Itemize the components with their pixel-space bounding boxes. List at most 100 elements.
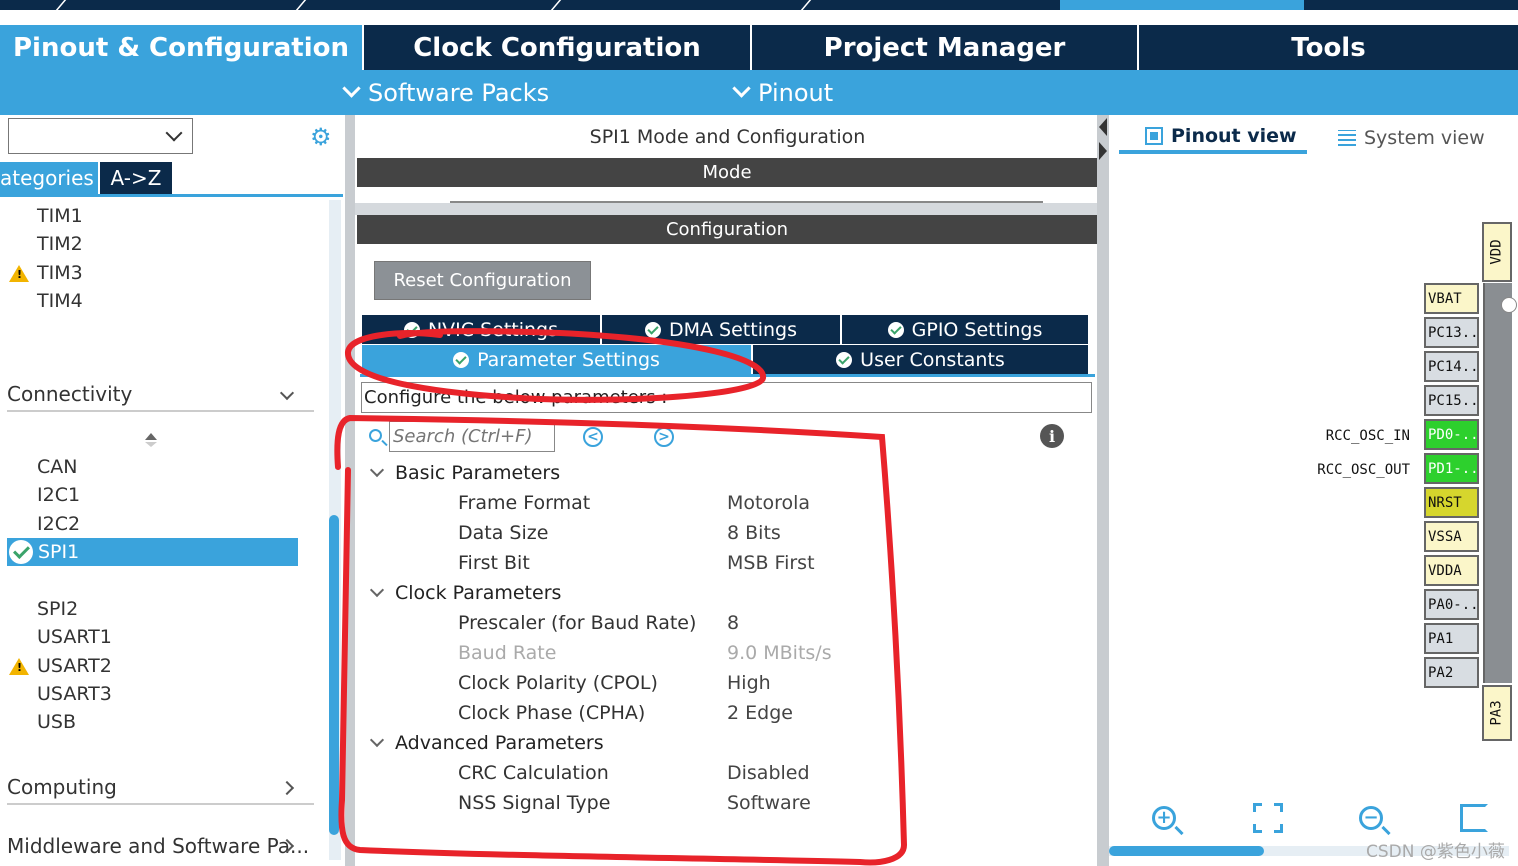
list-item-tim1[interactable]: TIM1 <box>37 202 83 230</box>
tab-label: DMA Settings <box>669 318 797 341</box>
pin-pa2[interactable]: PA2 <box>1424 657 1479 688</box>
signal-label: RCC_OSC_IN <box>1325 427 1410 444</box>
search-input[interactable] <box>389 421 555 452</box>
category-select[interactable] <box>8 118 193 154</box>
info-icon[interactable]: i <box>1040 424 1064 448</box>
list-item-tim2[interactable]: TIM2 <box>37 230 83 258</box>
pin-vdda[interactable]: VDDA <box>1424 555 1479 586</box>
tab-dma-settings[interactable]: DMA Settings <box>602 315 842 344</box>
right-panel: Pinout view System view VDD PA3 VBAT PC1… <box>1109 115 1518 866</box>
tab-a-z[interactable]: A->Z <box>100 162 172 194</box>
param-value[interactable]: High <box>727 669 771 697</box>
export-icon[interactable] <box>1457 801 1491 835</box>
param-value[interactable]: MSB First <box>727 549 815 577</box>
list-item-spi2[interactable]: SPI2 <box>37 595 78 623</box>
tab-parameter-settings[interactable]: Parameter Settings <box>362 345 753 374</box>
tab-system-view[interactable]: System view <box>1338 121 1485 154</box>
pinout-label: Pinout <box>758 78 834 107</box>
pin-pc13[interactable]: PC13.. <box>1424 317 1479 348</box>
pin-nrst[interactable]: NRST <box>1424 487 1479 518</box>
list-item-usb[interactable]: USB <box>37 708 76 736</box>
list-item-tim4[interactable]: TIM4 <box>37 287 83 315</box>
next-icon[interactable]: > <box>654 427 674 447</box>
pin-pc14[interactable]: PC14.. <box>1424 351 1479 382</box>
check-circle-icon <box>887 321 904 338</box>
horizontal-scrollbar[interactable] <box>1109 846 1264 856</box>
sort-up-icon[interactable] <box>145 433 157 440</box>
chevron-down-icon[interactable] <box>369 462 385 478</box>
list-item-usart2[interactable]: USART2 <box>37 652 112 680</box>
section-connectivity[interactable]: Connectivity <box>7 378 314 412</box>
tab-pinout-configuration[interactable]: Pinout & Configuration <box>0 25 362 70</box>
group-clock-parameters[interactable]: Clock Parameters <box>395 579 561 607</box>
collapse-left-icon[interactable] <box>1099 118 1107 136</box>
panel-title: SPI1 Mode and Configuration <box>589 125 866 148</box>
tab-underline <box>360 374 1095 377</box>
reset-configuration-button[interactable]: Reset Configuration <box>374 261 591 300</box>
check-circle-icon <box>836 351 853 368</box>
tab-categories[interactable]: ategories <box>0 162 98 194</box>
tab-nvic-settings[interactable]: NVIC Settings <box>362 315 602 344</box>
pin-pa3[interactable]: PA3 <box>1482 685 1512 741</box>
section-middleware[interactable]: Middleware and Software Pa... <box>7 829 314 863</box>
configuration-header[interactable]: Configuration <box>357 215 1097 244</box>
tab-project-manager[interactable]: Project Manager <box>750 25 1137 70</box>
list-item-i2c1[interactable]: I2C1 <box>37 481 80 509</box>
previous-icon[interactable]: < <box>583 427 603 447</box>
param-value[interactable]: Motorola <box>727 489 810 517</box>
pin-vssa[interactable]: VSSA <box>1424 521 1479 552</box>
param-value[interactable]: Software <box>727 789 811 817</box>
mode-header[interactable]: Mode <box>357 158 1097 187</box>
tab-pinout-view[interactable]: Pinout view <box>1119 121 1307 154</box>
tab-label: Parameter Settings <box>477 348 660 371</box>
param-value[interactable]: 8 Bits <box>727 519 781 547</box>
sort-down-icon[interactable] <box>145 442 157 447</box>
panel-splitter[interactable] <box>345 115 355 866</box>
pin-vbat[interactable]: VBAT <box>1424 283 1479 314</box>
zoom-out-icon[interactable]: − <box>1354 801 1388 835</box>
pin-pa0[interactable]: PA0-.. <box>1424 589 1479 620</box>
expand-right-icon[interactable] <box>1099 142 1107 160</box>
pin-pc15[interactable]: PC15.. <box>1424 385 1479 416</box>
list-item-usart1[interactable]: USART1 <box>37 623 112 651</box>
chevron-right-icon <box>279 780 295 796</box>
section-label: Computing <box>7 775 117 799</box>
gear-icon[interactable]: ⚙ <box>310 123 332 151</box>
splitter-bar[interactable] <box>355 203 1100 215</box>
left-scrollbar[interactable] <box>329 515 339 835</box>
pin-pd1[interactable]: PD1-.. <box>1424 453 1479 484</box>
group-advanced-parameters[interactable]: Advanced Parameters <box>395 729 604 757</box>
chevron-down-icon[interactable] <box>369 732 385 748</box>
pin-pd0[interactable]: PD0-.. <box>1424 419 1479 450</box>
section-computing[interactable]: Computing <box>7 771 314 805</box>
list-item-i2c2[interactable]: I2C2 <box>37 510 80 538</box>
tab-clock-configuration[interactable]: Clock Configuration <box>362 25 750 70</box>
param-name: Frame Format <box>458 492 591 514</box>
chevron-down-icon[interactable] <box>369 582 385 598</box>
list-icon <box>1338 129 1356 146</box>
param-value[interactable]: 8 <box>727 609 739 637</box>
search-icon <box>369 429 382 442</box>
tab-user-constants[interactable]: User Constants <box>753 345 1088 374</box>
param-value: 9.0 MBits/s <box>727 642 832 664</box>
fit-screen-icon[interactable] <box>1251 801 1285 835</box>
list-item-usart3[interactable]: USART3 <box>37 680 112 708</box>
software-packs-menu[interactable]: Software Packs <box>342 70 549 115</box>
tab-tools[interactable]: Tools <box>1137 25 1518 70</box>
chevron-down-icon <box>342 79 361 98</box>
pinout-menu[interactable]: Pinout <box>732 70 834 115</box>
group-basic-parameters[interactable]: Basic Parameters <box>395 459 560 487</box>
param-value[interactable]: 2 Edge <box>727 699 793 727</box>
pin-pa1[interactable]: PA1 <box>1424 623 1479 654</box>
zoom-in-icon[interactable]: + <box>1147 801 1181 835</box>
tab-gpio-settings[interactable]: GPIO Settings <box>842 315 1088 344</box>
list-item-spi1[interactable]: SPI1 <box>7 538 298 566</box>
list-item-can[interactable]: CAN <box>37 453 77 481</box>
param-value[interactable]: Disabled <box>727 759 810 787</box>
pin-vdd[interactable]: VDD <box>1482 222 1512 282</box>
tab-label: System view <box>1364 126 1485 149</box>
param-name: First Bit <box>458 552 530 574</box>
panel-splitter[interactable] <box>1097 115 1109 866</box>
list-item-tim3[interactable]: TIM3 <box>37 259 83 287</box>
param-name: CRC Calculation <box>458 762 609 784</box>
